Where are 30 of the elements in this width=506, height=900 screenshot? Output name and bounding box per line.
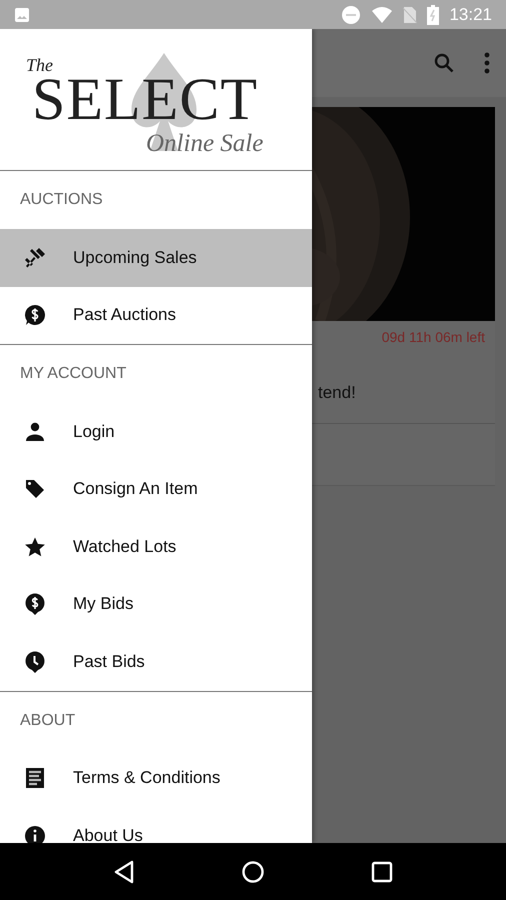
clock-pin-icon <box>23 650 47 674</box>
image-icon <box>14 6 30 22</box>
wifi-icon <box>371 6 394 24</box>
recent-apps-icon[interactable] <box>371 860 393 882</box>
drawer-item[interactable]: Watched Lots <box>0 518 312 576</box>
do-not-disturb-icon <box>341 4 362 24</box>
section-header: MY ACCOUNT <box>20 365 126 383</box>
more-options-icon[interactable] <box>484 52 490 74</box>
drawer-item[interactable]: Past Bids <box>0 633 312 690</box>
no-sim-icon <box>403 6 418 24</box>
clock-time: 13:21 <box>449 4 492 24</box>
drawer-item[interactable]: Past Auctions <box>0 286 312 344</box>
battery-icon <box>427 4 440 24</box>
drawer-item[interactable]: Consign An Item <box>0 460 312 518</box>
section-header: AUCTIONS <box>20 191 103 209</box>
time-left: 09d 11h 06m left <box>382 328 486 345</box>
dollar-pin-icon <box>23 592 47 616</box>
logo: TheSELECT Online Sale <box>0 29 312 171</box>
back-icon[interactable] <box>113 860 135 884</box>
lot-text: tend! <box>318 382 357 404</box>
drawer-item[interactable]: Login <box>0 403 312 460</box>
document-icon <box>23 766 47 790</box>
drawer-item[interactable]: My Bids <box>0 576 312 633</box>
section-header: ABOUT <box>20 712 76 730</box>
dollar-icon <box>23 303 47 328</box>
search-icon[interactable] <box>432 51 456 75</box>
drawer-item[interactable]: Upcoming Sales <box>0 229 312 286</box>
drawer-item[interactable]: About Us <box>0 807 312 843</box>
home-icon[interactable] <box>241 860 265 884</box>
drawer-item[interactable]: Terms & Conditions <box>0 750 312 807</box>
